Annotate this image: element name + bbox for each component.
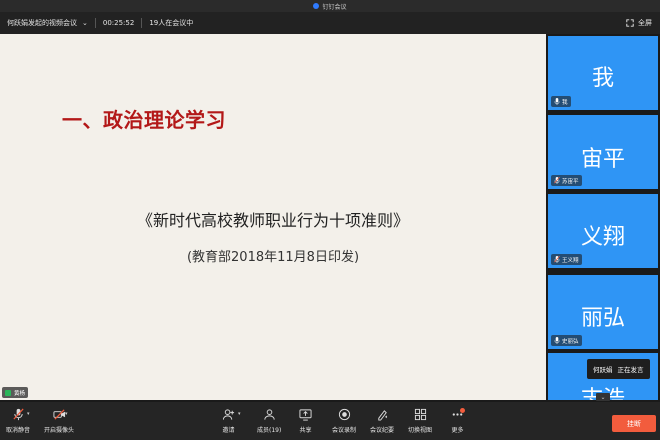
participant-avatar-name: 丽弘: [580, 306, 625, 331]
meeting-window: 钉钉会议 何跃娟发起的视频会议 ⌄ 00:25:52 19人在会议中 全屏 一、…: [0, 0, 660, 440]
dingtalk-logo-icon: [313, 3, 320, 9]
camera-options-caret-icon[interactable]: ▾: [65, 411, 68, 417]
add-person-icon: [222, 409, 235, 420]
more-label: 更多: [451, 427, 464, 434]
record-label: 会议录制: [332, 427, 357, 434]
active-speaker-tooltip: 何跃娟 正在发言: [587, 359, 650, 379]
mic-active-icon: [5, 389, 11, 396]
title-bar: 钉钉会议: [0, 0, 660, 12]
sharer-name-tag: 黄杨: [2, 387, 29, 398]
minutes-button[interactable]: 会议纪要: [370, 408, 394, 434]
notification-dot: [460, 408, 465, 413]
record-icon: [338, 408, 350, 421]
fullscreen-button[interactable]: 全屏: [626, 12, 652, 34]
meeting-info-bar: 何跃娟发起的视频会议 ⌄ 00:25:52 19人在会议中 全屏: [0, 12, 660, 34]
participant-name-tag: 王义翔: [551, 254, 582, 265]
active-speaker-status: 正在发言: [617, 366, 644, 374]
camera-off-icon: [52, 409, 65, 420]
mic-icon: [554, 337, 560, 344]
record-button[interactable]: 会议录制: [332, 408, 356, 434]
participant-tile[interactable]: 宙平 苏宙平: [548, 115, 658, 189]
active-speaker-name: 何跃娟: [593, 366, 613, 374]
slide-subtitle: (教育部2018年11月8日印发): [186, 250, 360, 265]
invite-options-caret-icon[interactable]: ▾: [238, 411, 241, 417]
participant-avatar-name: 我: [591, 66, 614, 91]
invite-button[interactable]: 邀请: [222, 408, 235, 434]
hang-up-button[interactable]: 挂断: [612, 415, 656, 432]
ai-minutes-icon: [377, 410, 387, 421]
tiles-scroll-down-button[interactable]: ⌄: [596, 393, 610, 401]
window-title: 钉钉会议: [322, 3, 347, 11]
start-camera-label: 开启摄像头: [44, 427, 75, 434]
participant-tile[interactable]: 丽弘 史丽弘: [548, 275, 658, 349]
switch-view-button[interactable]: 切换视图: [408, 408, 432, 434]
share-button[interactable]: 共享: [299, 408, 312, 434]
invite-label: 邀请: [222, 427, 235, 434]
participant-avatar-name: 宙平: [580, 147, 625, 172]
meeting-duration: 00:25:52: [102, 19, 135, 27]
chevron-down-icon: ⌄: [82, 19, 88, 27]
meeting-name-dropdown[interactable]: 何跃娟发起的视频会议 ⌄: [0, 17, 95, 29]
grid-view-icon: [414, 408, 426, 421]
share-label: 共享: [299, 427, 312, 434]
meeting-toolbar: 取消静音 ▾ 开启摄像头 ▾ 邀请 ▾ 成员(19) 共享 会议录制 会议纪要 …: [0, 402, 660, 440]
slide-document-title: 《新时代高校教师职业行为十项准则》: [136, 211, 409, 230]
participant-name-tag: 我: [551, 96, 571, 107]
participant-avatar-name: 义翔: [580, 225, 625, 250]
participant-tile[interactable]: 义翔 王义翔: [548, 194, 658, 268]
mic-muted-icon: [554, 256, 560, 263]
share-screen-icon: [299, 409, 312, 421]
mic-icon: [554, 98, 560, 105]
participant-name: 苏宙平: [562, 178, 579, 185]
participant-name-tag: 史丽弘: [551, 335, 582, 346]
fullscreen-icon: [626, 19, 634, 27]
members-icon: [264, 409, 275, 420]
minutes-label: 会议纪要: [370, 427, 395, 434]
participant-name-tag: 苏宙平: [551, 175, 582, 186]
chevron-down-icon: ⌄: [600, 393, 606, 401]
meeting-name: 何跃娟发起的视频会议: [7, 19, 77, 27]
mic-muted-icon: [12, 408, 24, 421]
participant-tile[interactable]: 我 我: [548, 36, 658, 110]
unmute-label: 取消静音: [6, 427, 31, 434]
slide-title: 一、政治理论学习: [62, 108, 226, 132]
start-camera-button[interactable]: 开启摄像头: [44, 408, 74, 434]
participant-name: 史丽弘: [562, 338, 579, 345]
more-button[interactable]: 更多: [451, 408, 465, 434]
participant-name: 我: [562, 99, 568, 106]
participant-name: 王义翔: [562, 257, 579, 264]
mic-muted-icon: [554, 177, 560, 184]
members-label: 成员(19): [257, 427, 282, 434]
members-button[interactable]: 成员(19): [257, 408, 281, 434]
shared-screen: 一、政治理论学习 《新时代高校教师职业行为十项准则》 (教育部2018年11月8…: [0, 34, 546, 400]
fullscreen-label: 全屏: [638, 19, 652, 27]
mic-options-caret-icon[interactable]: ▾: [27, 411, 30, 417]
participants-count[interactable]: 19人在会议中: [142, 17, 200, 29]
sharer-name: 黄杨: [14, 390, 26, 397]
switch-view-label: 切换视图: [408, 427, 433, 434]
